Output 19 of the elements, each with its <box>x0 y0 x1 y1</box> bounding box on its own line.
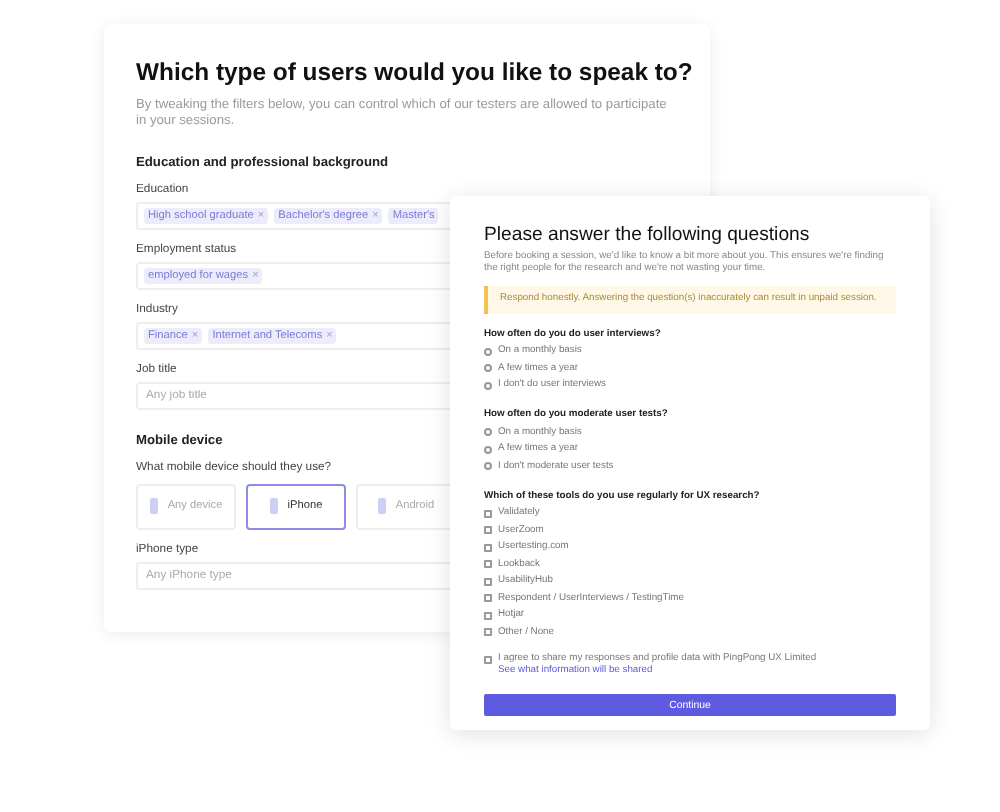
radio-button[interactable] <box>484 462 492 471</box>
checkbox[interactable] <box>484 628 492 637</box>
checkbox[interactable] <box>484 560 492 569</box>
checkbox[interactable] <box>484 526 492 535</box>
radio-button[interactable] <box>484 364 492 373</box>
checkbox[interactable] <box>484 594 492 603</box>
radio-button[interactable] <box>484 381 492 390</box>
checkbox[interactable] <box>484 509 492 518</box>
page-title: Which type of users would you like to speak to? <box>136 56 693 90</box>
checkbox[interactable] <box>484 611 492 620</box>
radio-button[interactable] <box>484 428 492 437</box>
phone-icon <box>269 498 278 515</box>
radio-button[interactable] <box>484 445 492 454</box>
checkbox[interactable] <box>484 543 492 552</box>
checkbox[interactable] <box>484 655 492 664</box>
checkbox[interactable] <box>484 577 492 586</box>
phone-icon <box>149 498 158 515</box>
phone-icon <box>377 498 386 515</box>
radio-button[interactable] <box>484 347 492 356</box>
